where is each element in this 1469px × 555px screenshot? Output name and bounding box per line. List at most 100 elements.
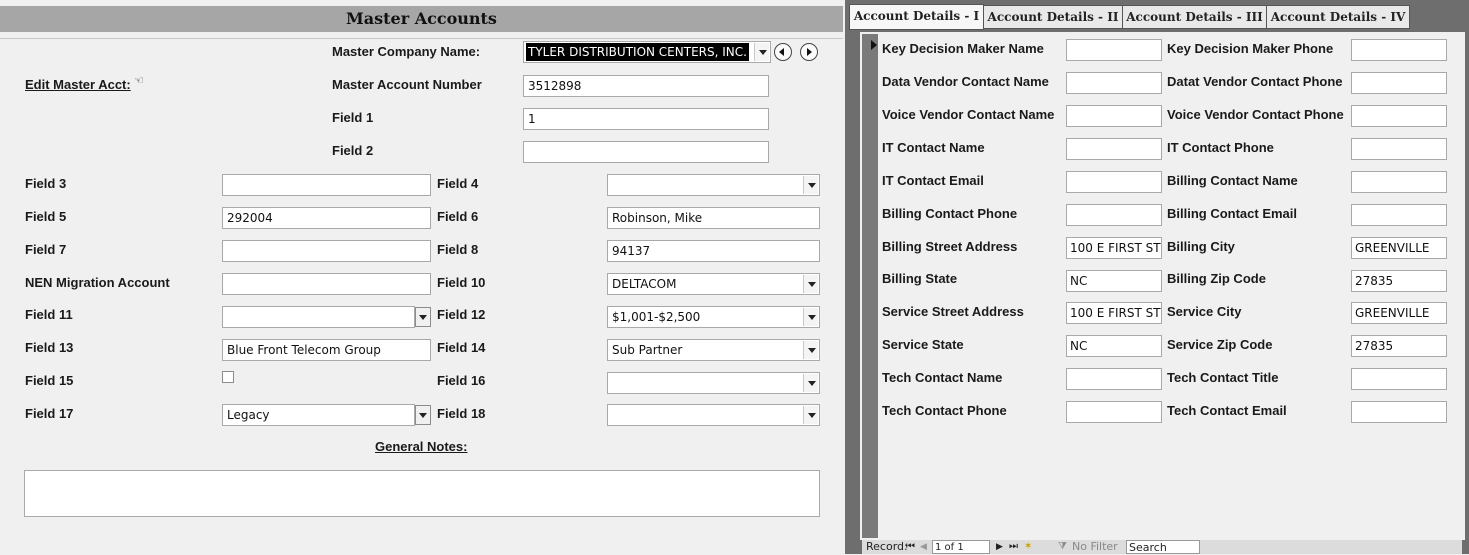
current-record-input[interactable]: 1 of 1 [932,540,990,554]
billing-zip-input[interactable]: 27835 [1351,270,1447,292]
next-record-icon[interactable] [800,43,818,61]
billing-state-input[interactable]: NC [1066,270,1162,292]
filter-icon[interactable]: ⧩ [1058,540,1067,554]
tab-account-details-1[interactable]: Account Details - I [849,4,984,30]
last-record-icon[interactable]: ⏭ [1009,540,1018,554]
field-11-label: Field 11 [25,307,73,322]
previous-record-icon[interactable] [774,43,792,61]
field-8-label: Field 8 [437,242,479,257]
billing-contact-email-input[interactable] [1351,204,1447,226]
previous-record-icon[interactable]: ◀ [920,540,927,554]
chevron-down-icon[interactable] [754,43,769,61]
field-6-label: Field 6 [437,209,479,224]
billing-city-input[interactable]: GREENVILLE [1351,237,1447,259]
record-selector[interactable] [862,34,878,538]
field-1-input[interactable]: 1 [523,108,769,130]
tech-contact-name-input[interactable] [1066,368,1162,390]
tab-account-details-2[interactable]: Account Details - II [983,5,1123,29]
search-input[interactable]: Search [1126,540,1200,554]
it-contact-name-label: IT Contact Name [882,140,985,155]
data-vendor-phone-input[interactable] [1351,72,1447,94]
field-2-label: Field 2 [332,143,374,158]
next-record-icon[interactable]: ▶ [996,540,1003,554]
field-5-label: Field 5 [25,209,67,224]
billing-city-label: Billing City [1167,239,1235,254]
billing-contact-phone-input[interactable] [1066,204,1162,226]
pointer-hand-icon[interactable]: ☜ [134,74,144,87]
billing-street-input[interactable]: 100 E FIRST ST [1066,237,1162,259]
chevron-down-icon[interactable] [803,176,818,194]
service-street-label: Service Street Address [882,304,1024,319]
general-notes-textarea[interactable] [24,470,820,517]
voice-vendor-name-label: Voice Vendor Contact Name [882,107,1055,122]
voice-vendor-phone-label: Voice Vendor Contact Phone [1167,107,1344,122]
tech-contact-title-input[interactable] [1351,368,1447,390]
key-dm-name-label: Key Decision Maker Name [882,41,1044,56]
it-contact-name-input[interactable] [1066,138,1162,160]
tech-contact-phone-input[interactable] [1066,401,1162,423]
field-6-input[interactable]: Robinson, Mike [607,207,820,229]
field-10-select[interactable]: DELTACOM [607,273,820,295]
tech-contact-name-label: Tech Contact Name [882,370,1003,385]
field-13-input[interactable]: Blue Front Telecom Group [222,339,431,361]
field-14-label: Field 14 [437,340,486,355]
chevron-down-icon[interactable] [803,374,818,392]
record-label: Record: [866,540,908,553]
field-15-checkbox[interactable] [222,371,234,383]
field-11-select[interactable] [222,306,415,328]
new-record-icon[interactable]: ✶ [1024,540,1032,554]
tab-account-details-3[interactable]: Account Details - III [1122,5,1267,29]
chevron-down-icon[interactable] [803,341,818,359]
billing-contact-phone-label: Billing Contact Phone [882,206,1018,221]
service-city-label: Service City [1167,304,1242,319]
billing-street-label: Billing Street Address [882,239,1018,254]
voice-vendor-phone-input[interactable] [1351,105,1447,127]
it-contact-email-label: IT Contact Email [882,173,984,188]
voice-vendor-name-input[interactable] [1066,105,1162,127]
field-4-label: Field 4 [437,176,479,191]
service-zip-input[interactable]: 27835 [1351,335,1447,357]
field-4-select[interactable] [607,174,820,196]
field-12-select[interactable]: $1,001-$2,500 [607,306,820,328]
data-vendor-name-input[interactable] [1066,72,1162,94]
tab-account-details-4[interactable]: Account Details - IV [1266,5,1410,29]
service-state-input[interactable]: NC [1066,335,1162,357]
first-record-icon[interactable]: ⏮ [906,540,915,554]
field-16-label: Field 16 [437,373,486,388]
service-city-input[interactable]: GREENVILLE [1351,302,1447,324]
field-7-input[interactable] [222,240,431,262]
field-17-select[interactable]: Legacy [222,404,415,426]
field-12-label: Field 12 [437,307,486,322]
field-17-label: Field 17 [25,406,74,421]
billing-contact-name-input[interactable] [1351,171,1447,193]
master-account-number-field[interactable]: 3512898 [523,75,769,97]
chevron-down-icon[interactable] [803,308,818,326]
no-filter-label[interactable]: No Filter [1072,540,1118,554]
key-dm-phone-label: Key Decision Maker Phone [1167,41,1334,56]
field-14-select[interactable]: Sub Partner [607,339,820,361]
it-contact-phone-input[interactable] [1351,138,1447,160]
field-10-label: Field 10 [437,275,486,290]
field-5-input[interactable]: 292004 [222,207,431,229]
field-3-input[interactable] [222,174,431,196]
nen-migration-input[interactable] [222,273,431,295]
it-contact-email-input[interactable] [1066,171,1162,193]
form-title: Master Accounts [346,9,497,28]
field-8-input[interactable]: 94137 [607,240,820,262]
tech-contact-email-label: Tech Contact Email [1167,403,1287,418]
master-company-combobox[interactable]: TYLER DISTRIBUTION CENTERS, INC. [523,41,771,63]
key-dm-name-input[interactable] [1066,39,1162,61]
tech-contact-email-input[interactable] [1351,401,1447,423]
service-street-input[interactable]: 100 E FIRST ST [1066,302,1162,324]
edit-master-acct-link[interactable]: Edit Master Acct: [25,77,131,92]
field-2-input[interactable] [523,141,769,163]
chevron-down-icon[interactable] [415,307,431,327]
field-16-select[interactable] [607,372,820,394]
chevron-down-icon[interactable] [415,405,431,425]
key-dm-phone-input[interactable] [1351,39,1447,61]
header-divider [0,38,843,39]
chevron-down-icon[interactable] [803,275,818,293]
field-13-label: Field 13 [25,340,74,355]
field-18-select[interactable] [607,404,820,426]
chevron-down-icon[interactable] [803,406,818,424]
